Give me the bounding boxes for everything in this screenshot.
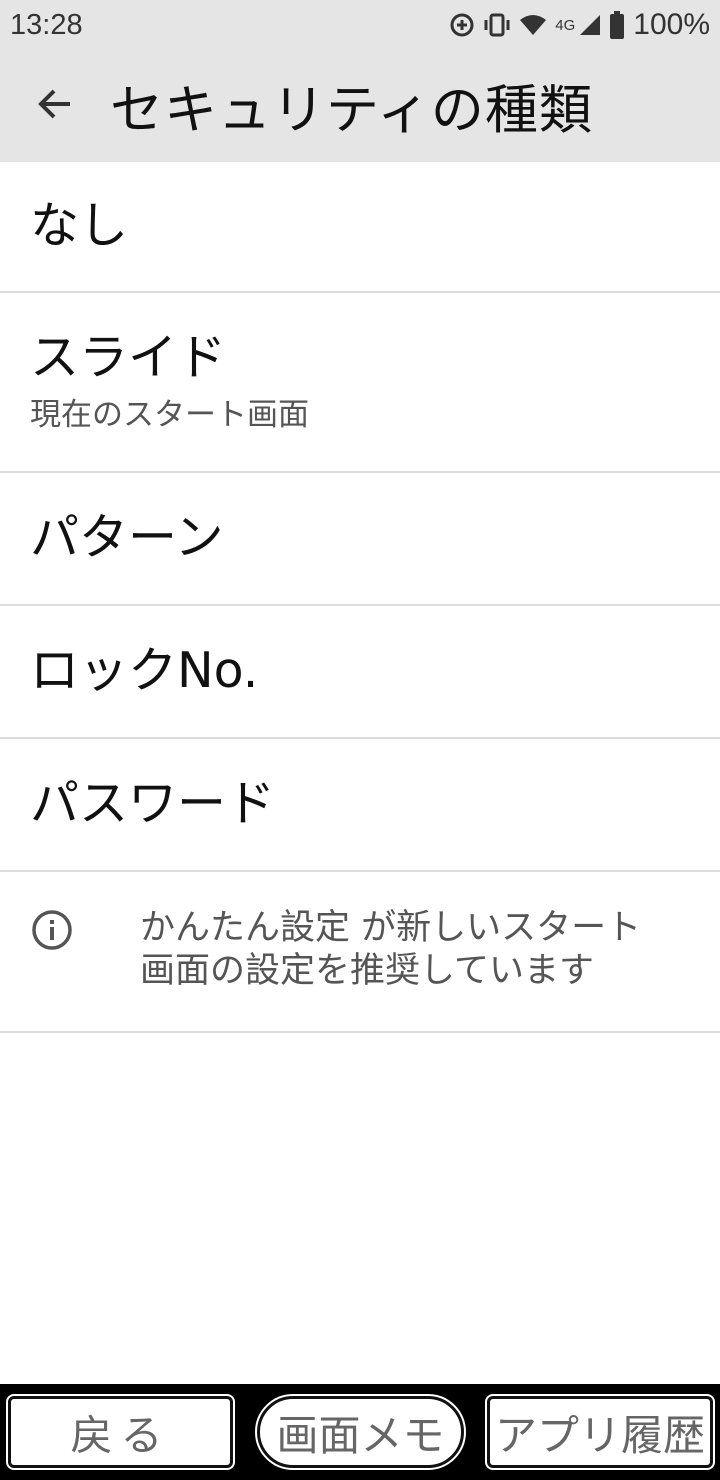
option-label: パスワード — [30, 775, 276, 833]
back-button[interactable] — [0, 50, 110, 162]
nav-screen-memo-button[interactable]: 画面メモ — [255, 1394, 466, 1470]
status-bar: 13:28 4G 100% — [0, 0, 720, 50]
option-password[interactable]: パスワード — [0, 739, 720, 872]
cell-signal-icon — [579, 14, 601, 36]
vibrate-icon — [483, 13, 511, 37]
page-title: セキュリティの種類 — [110, 80, 593, 141]
info-text: かんたん設定 が新しいスタート 画面の設定を推奨しています — [140, 907, 680, 992]
status-time: 13:28 — [10, 8, 83, 41]
wifi-icon — [519, 13, 547, 37]
status-icons: 4G 100% — [449, 8, 710, 42]
nav-back-button[interactable]: 戻る — [6, 1394, 235, 1470]
option-lock-number[interactable]: ロックNo. — [0, 606, 720, 739]
battery-percent: 100% — [633, 8, 710, 41]
arrow-left-icon — [34, 84, 74, 128]
info-message: かんたん設定 が新しいスタート 画面の設定を推奨しています — [0, 871, 720, 1033]
option-none[interactable]: なし — [0, 162, 720, 293]
info-text-line: かんたん設定 が新しいスタート — [140, 908, 642, 948]
option-label: ロックNo. — [30, 642, 259, 700]
option-label: スライド — [30, 329, 227, 387]
security-type-list: なし スライド 現在のスタート画面 パターン ロックNo. パスワード — [0, 162, 720, 872]
info-text-line: 画面の設定を推奨しています — [140, 950, 594, 991]
option-pattern[interactable]: パターン — [0, 473, 720, 606]
app-bar: セキュリティの種類 — [0, 50, 720, 162]
option-label: パターン — [30, 509, 224, 567]
network-type: 4G — [555, 16, 576, 34]
option-slide[interactable]: スライド 現在のスタート画面 — [0, 293, 720, 473]
option-label: なし — [30, 197, 129, 255]
battery-icon — [609, 11, 625, 39]
nav-app-history-button[interactable]: アプリ履歴 — [485, 1394, 715, 1470]
navigation-bar: 戻る 画面メモ アプリ履歴 — [0, 1384, 720, 1480]
option-sublabel: 現在のスタート画面 — [30, 396, 309, 433]
data-saver-icon — [449, 12, 475, 38]
info-icon — [31, 909, 73, 955]
